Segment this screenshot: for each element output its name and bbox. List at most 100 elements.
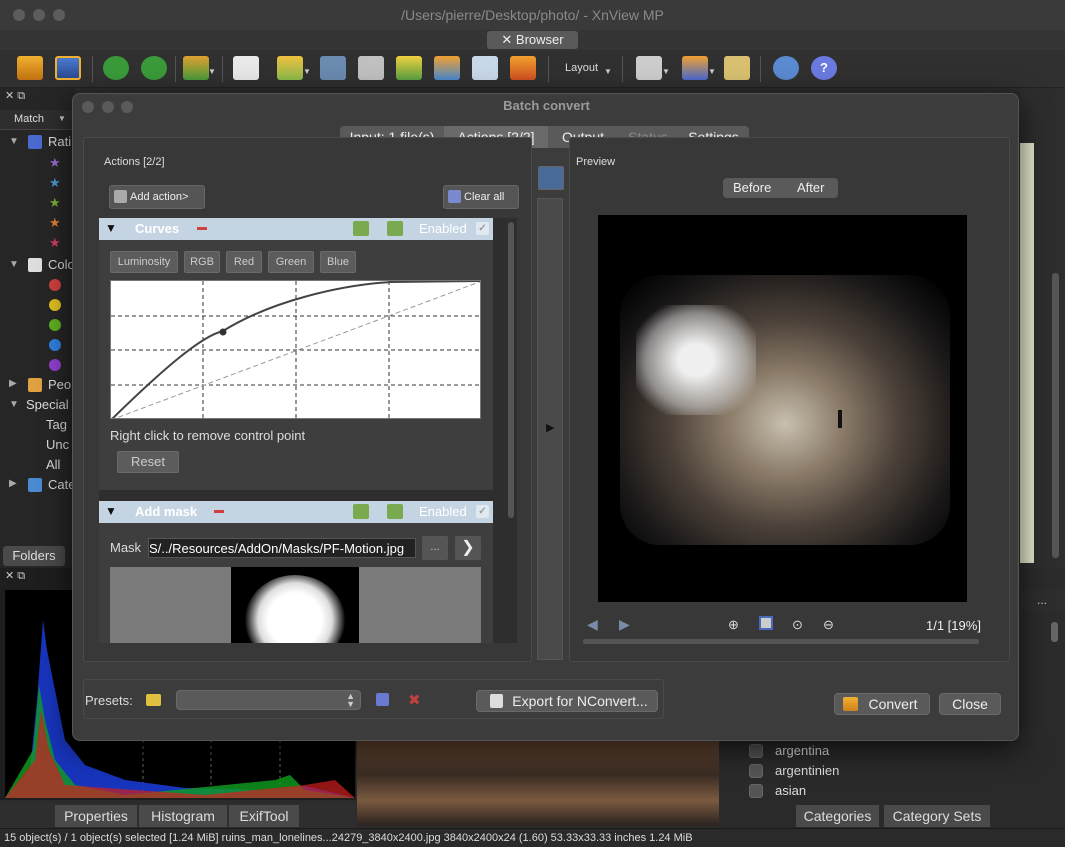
close-icon[interactable]: ✕ ⧉: [5, 569, 25, 583]
category-checkbox[interactable]: [749, 764, 763, 778]
channel-rgb[interactable]: RGB: [184, 251, 220, 273]
fit-window-icon[interactable]: [759, 616, 773, 630]
more-button[interactable]: ...: [1037, 593, 1047, 607]
zoom-window-button[interactable]: [53, 9, 65, 21]
export-nconvert-button[interactable]: Export for NConvert...: [476, 690, 658, 712]
export-icon[interactable]: [277, 56, 303, 80]
tab-browser[interactable]: ✕ Browser: [487, 31, 578, 49]
channel-blue[interactable]: Blue: [320, 251, 356, 273]
move-down-icon[interactable]: [353, 221, 369, 236]
remove-icon[interactable]: [197, 227, 207, 230]
preview-image[interactable]: [598, 215, 967, 602]
folders-icon[interactable]: [724, 56, 750, 80]
channel-green[interactable]: Green: [268, 251, 314, 273]
enabled-checkbox[interactable]: ✓: [476, 222, 489, 235]
image-icon[interactable]: [434, 56, 460, 80]
scrollbar[interactable]: [1052, 273, 1059, 558]
collapse-icon[interactable]: ▼: [105, 221, 117, 235]
arrow-right-icon[interactable]: ▶: [546, 421, 554, 434]
fullscreen-icon[interactable]: [55, 56, 81, 80]
category-item[interactable]: argentinien: [775, 763, 839, 778]
splitter[interactable]: ▶: [537, 198, 563, 660]
batch-icon[interactable]: [396, 56, 422, 80]
folder-icon[interactable]: [146, 694, 161, 706]
actions-scrollbar[interactable]: [505, 218, 517, 643]
tab-histogram[interactable]: Histogram: [139, 805, 227, 827]
bookmarks-icon[interactable]: [682, 56, 708, 80]
apply-preview-icon[interactable]: [538, 166, 564, 190]
delete-icon[interactable]: ✖: [408, 691, 421, 709]
curve-editor[interactable]: [110, 280, 481, 419]
before-button[interactable]: Before: [733, 180, 771, 195]
zoom-in-icon[interactable]: ⊕: [728, 617, 739, 633]
layout-menu[interactable]: Layout: [565, 62, 598, 74]
mask-section-header[interactable]: ▼ Add mask Enabled ✓: [99, 501, 493, 523]
zoom-out-icon[interactable]: ⊖: [823, 617, 834, 633]
remove-icon[interactable]: [214, 510, 224, 513]
scrollbar[interactable]: [1051, 622, 1058, 642]
add-action-button[interactable]: Add action>: [109, 185, 205, 209]
collapse-icon[interactable]: ▼: [105, 504, 117, 518]
slideshow-icon[interactable]: [510, 56, 536, 80]
move-to-icon[interactable]: [183, 56, 209, 80]
tab-properties[interactable]: Properties: [55, 805, 137, 827]
tab-category-sets[interactable]: Category Sets: [884, 805, 990, 827]
capture-icon[interactable]: [472, 56, 498, 80]
tree-item-rating[interactable]: Rati: [48, 134, 71, 149]
enabled-checkbox[interactable]: ✓: [476, 505, 489, 518]
preview-scrollbar[interactable]: [583, 639, 979, 644]
channel-red[interactable]: Red: [226, 251, 262, 273]
tab-folders[interactable]: Folders: [3, 546, 65, 566]
chevron-down-icon[interactable]: ▼: [58, 114, 66, 123]
close-button[interactable]: Close: [939, 693, 1001, 715]
rotate-left-icon[interactable]: [103, 56, 129, 80]
save-icon[interactable]: [376, 693, 389, 706]
tree-item-colors[interactable]: Colo: [48, 257, 75, 272]
tree-item-all[interactable]: All: [46, 457, 60, 472]
convert-button[interactable]: Convert: [834, 693, 930, 715]
control-point[interactable]: [219, 328, 227, 336]
chevron-down-icon[interactable]: ▼: [604, 67, 612, 76]
print-icon[interactable]: [358, 56, 384, 80]
close-window-button[interactable]: [13, 9, 25, 21]
chevron-down-icon[interactable]: ▼: [9, 136, 19, 147]
move-down-icon[interactable]: [353, 504, 369, 519]
info-icon[interactable]: [233, 56, 259, 80]
move-up-icon[interactable]: [387, 221, 403, 236]
gear-icon[interactable]: [773, 56, 799, 80]
channel-luminosity[interactable]: Luminosity: [110, 251, 178, 273]
tree-item-tag[interactable]: Tag: [46, 417, 67, 432]
binoculars-icon[interactable]: [320, 56, 346, 80]
tree-item-uncategorized[interactable]: Unc: [46, 437, 69, 452]
category-item[interactable]: asian: [775, 783, 806, 798]
presets-select[interactable]: ▲ ▼: [176, 690, 361, 710]
mask-path-field[interactable]: S/../Resources/AddOn/Masks/PF-Motion.jpg: [148, 538, 416, 558]
close-icon[interactable]: ✕ ⧉: [5, 89, 25, 103]
help-icon[interactable]: ?: [811, 56, 837, 80]
chevron-right-icon[interactable]: ❯: [455, 536, 481, 560]
chevron-right-icon[interactable]: ▶: [9, 478, 17, 489]
chevron-down-icon[interactable]: ▼: [9, 259, 19, 270]
arrow-left-icon[interactable]: ◀: [587, 616, 598, 633]
category-checkbox[interactable]: [749, 784, 763, 798]
tab-categories[interactable]: Categories: [796, 805, 879, 827]
chevron-down-icon[interactable]: ▼: [208, 67, 216, 76]
minimize-window-button[interactable]: [33, 9, 45, 21]
rotate-right-icon[interactable]: [141, 56, 167, 80]
tab-exiftool[interactable]: ExifTool: [229, 805, 299, 827]
view-icon[interactable]: [17, 56, 43, 80]
match-dropdown[interactable]: Match: [14, 113, 44, 125]
category-item[interactable]: argentina: [775, 743, 829, 758]
reset-button[interactable]: Reset: [117, 451, 179, 473]
after-button[interactable]: After: [797, 180, 824, 195]
category-checkbox[interactable]: [749, 744, 763, 758]
arrow-right-icon[interactable]: ▶: [619, 616, 630, 633]
page-icon[interactable]: [636, 56, 662, 80]
chevron-down-icon[interactable]: ▼: [303, 67, 311, 76]
chevron-down-icon[interactable]: ▼: [9, 399, 19, 410]
zoom-100-icon[interactable]: ⊙: [792, 617, 803, 633]
tree-item-special[interactable]: Special: [26, 397, 69, 412]
move-up-icon[interactable]: [387, 504, 403, 519]
browse-button[interactable]: ...: [422, 536, 448, 560]
chevron-down-icon[interactable]: ▼: [708, 67, 716, 76]
